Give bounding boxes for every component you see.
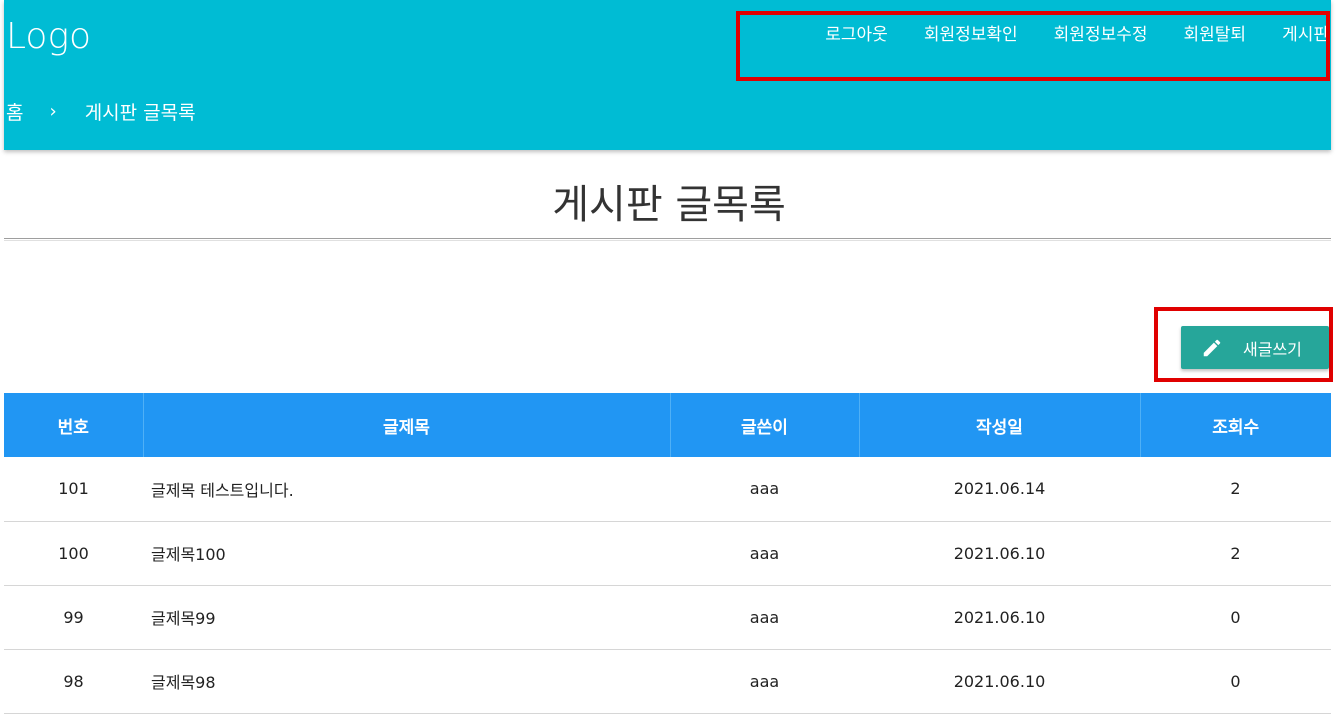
table-row[interactable]: 98 글제목98 aaa 2021.06.10 0 (4, 649, 1331, 714)
board-table: 번호 글제목 글쓴이 작성일 조회수 101 글제목 테스트입니다. aaa 2… (4, 393, 1331, 714)
cell-views: 0 (1140, 585, 1331, 650)
column-header-title: 글제목 (143, 393, 671, 457)
cell-author: aaa (670, 521, 859, 586)
column-header-no: 번호 (4, 393, 144, 457)
cell-no: 100 (4, 521, 143, 586)
breadcrumb: 홈 › 게시판 글목록 (6, 98, 196, 125)
title-divider (4, 238, 1331, 241)
cell-no: 98 (4, 649, 143, 714)
cell-title-link[interactable]: 글제목 테스트입니다. (143, 457, 670, 522)
table-header-row: 번호 글제목 글쓴이 작성일 조회수 (4, 393, 1331, 457)
column-header-views: 조회수 (1140, 393, 1331, 457)
cell-date: 2021.06.10 (859, 521, 1140, 586)
cell-title-link[interactable]: 글제목99 (143, 585, 670, 650)
cell-date: 2021.06.10 (859, 585, 1140, 650)
cell-author: aaa (670, 457, 859, 522)
nav-highlight-box (736, 11, 1330, 81)
cell-views: 0 (1140, 649, 1331, 714)
pencil-icon (1203, 339, 1221, 356)
breadcrumb-current[interactable]: 게시판 글목록 (85, 98, 196, 125)
cell-views: 2 (1140, 457, 1331, 522)
table-row[interactable]: 100 글제목100 aaa 2021.06.10 2 (4, 521, 1331, 586)
cell-date: 2021.06.14 (859, 457, 1140, 522)
cell-author: aaa (670, 585, 859, 650)
new-post-button[interactable]: 새글쓰기 (1181, 326, 1329, 369)
cell-title-link[interactable]: 글제목98 (143, 649, 670, 714)
cell-title-link[interactable]: 글제목100 (143, 521, 670, 586)
table-row[interactable]: 101 글제목 테스트입니다. aaa 2021.06.14 2 (4, 457, 1331, 522)
new-post-button-label: 새글쓰기 (1243, 339, 1302, 359)
cell-no: 99 (4, 585, 143, 650)
logo[interactable]: Logo (6, 16, 91, 57)
cell-views: 2 (1140, 521, 1331, 586)
column-header-date: 작성일 (859, 393, 1141, 457)
table-row[interactable]: 99 글제목99 aaa 2021.06.10 0 (4, 585, 1331, 650)
chevron-right-icon: › (49, 101, 57, 122)
cell-date: 2021.06.10 (859, 649, 1140, 714)
breadcrumb-home[interactable]: 홈 (6, 98, 23, 125)
cell-author: aaa (670, 649, 859, 714)
page-title: 게시판 글목록 (552, 182, 786, 228)
cell-no: 101 (4, 457, 143, 522)
column-header-author: 글쓴이 (670, 393, 860, 457)
